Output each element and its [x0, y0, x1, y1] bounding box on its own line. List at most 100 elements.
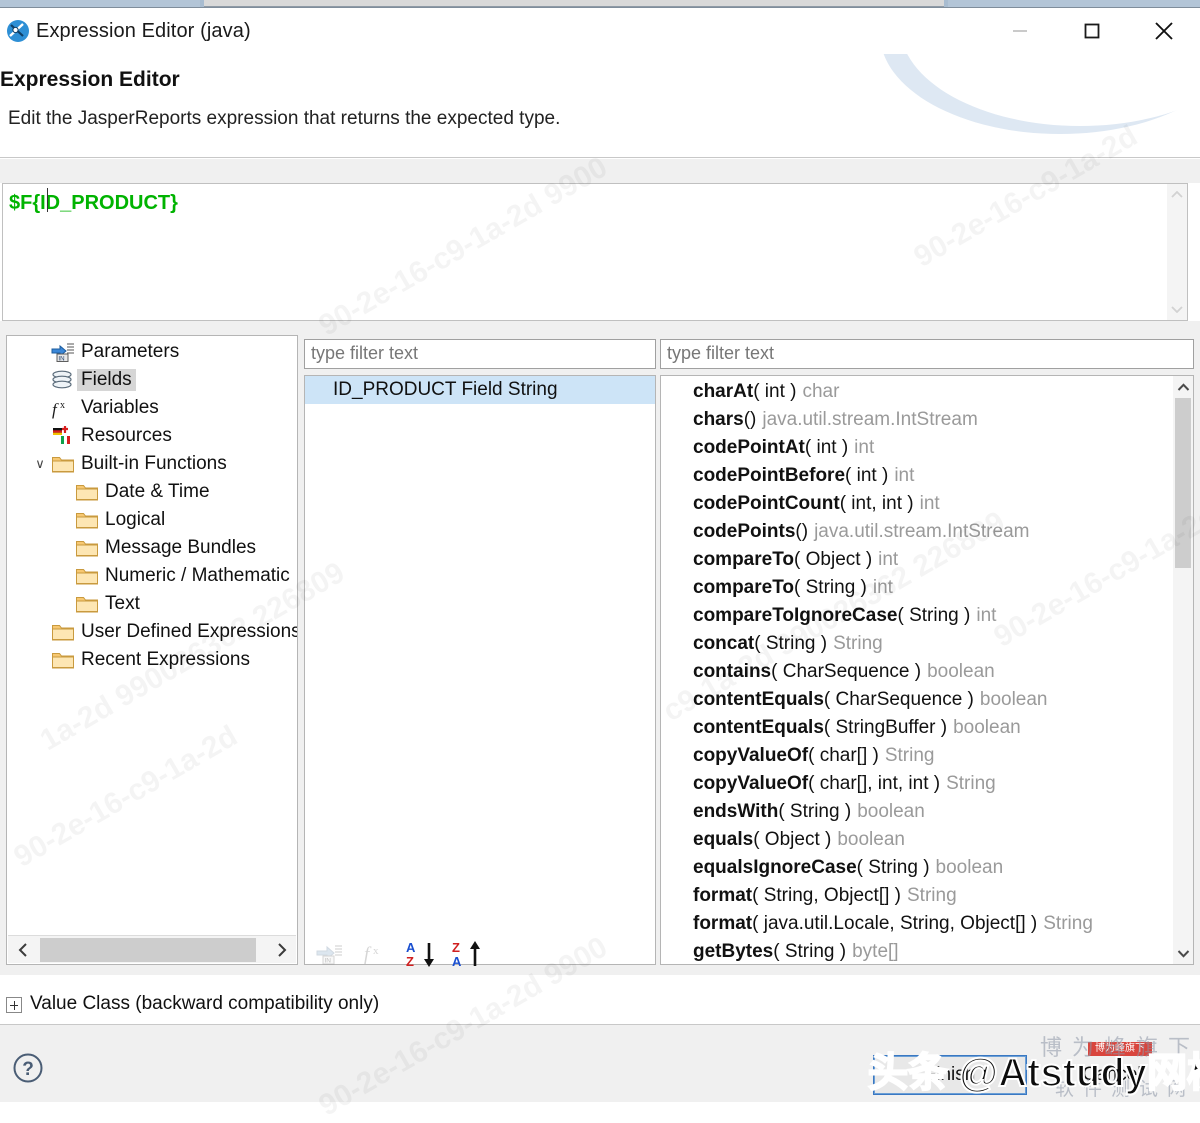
- method-return-type: char: [802, 381, 840, 402]
- method-row[interactable]: format( String, Object[] ) String: [661, 882, 1173, 910]
- expression-value: $F{ID_PRODUCT}: [9, 192, 178, 214]
- tree-item-built-in-functions[interactable]: ∨ Built-in Functions: [7, 450, 297, 478]
- method-name: codePointBefore: [693, 465, 846, 486]
- method-row[interactable]: concat( String ) String: [661, 630, 1173, 658]
- method-params: ( String ): [754, 633, 828, 654]
- finish-button[interactable]: Finish: [873, 1055, 1027, 1095]
- resources-flags-icon: [51, 425, 77, 447]
- object-tree-panel[interactable]: IN Parameters Fields f x Variables Resources ∨ B…: [6, 335, 298, 965]
- fields-toolbar[interactable]: IN f x A Z Z A: [304, 935, 656, 975]
- scroll-down-icon[interactable]: [1167, 300, 1187, 318]
- method-row[interactable]: equals( Object ) boolean: [661, 826, 1173, 854]
- method-row[interactable]: codePointAt( int ) int: [661, 434, 1173, 462]
- tree-horizontal-scrollbar[interactable]: [8, 935, 296, 963]
- fields-filter-input[interactable]: type filter text: [304, 339, 656, 369]
- value-class-section[interactable]: Value Class (backward compatibility only…: [0, 985, 1200, 1025]
- method-params: ( CharSequence ): [771, 661, 922, 682]
- scroll-left-icon[interactable]: [8, 936, 38, 964]
- svg-text:A: A: [452, 954, 462, 968]
- method-row[interactable]: chars() java.util.stream.IntStream: [661, 406, 1173, 434]
- method-row[interactable]: getBytes( String ) byte[]: [661, 938, 1173, 964]
- tree-item-label: Date & Time: [105, 481, 210, 502]
- minimize-button[interactable]: [984, 8, 1056, 54]
- method-name: codePointCount: [693, 493, 840, 514]
- method-row[interactable]: equalsIgnoreCase( String ) boolean: [661, 854, 1173, 882]
- scroll-down-icon[interactable]: [1173, 944, 1193, 962]
- object-tree-list[interactable]: IN Parameters Fields f x Variables Resources ∨ B…: [7, 338, 297, 908]
- svg-text:x: x: [373, 945, 379, 957]
- method-row[interactable]: endsWith( String ) boolean: [661, 798, 1173, 826]
- methods-scroll-thumb[interactable]: [1175, 398, 1191, 568]
- tree-item-text[interactable]: Text: [7, 590, 297, 618]
- method-row[interactable]: codePointBefore( int ) int: [661, 462, 1173, 490]
- help-question-icon[interactable]: ?: [12, 1052, 44, 1084]
- close-button[interactable]: [1128, 8, 1200, 54]
- method-return-type: int: [894, 465, 915, 486]
- method-row[interactable]: codePointCount( int, int ) int: [661, 490, 1173, 518]
- tree-item-numeric-mathematic[interactable]: Numeric / Mathematic: [7, 562, 297, 590]
- method-row[interactable]: charAt( int ) char: [661, 378, 1173, 406]
- expression-text-area[interactable]: $F{ID_PRODUCT}: [2, 183, 1188, 321]
- method-return-type: java.util.stream.IntStream: [814, 521, 1030, 542]
- method-row[interactable]: codePoints() java.util.stream.IntStream: [661, 518, 1173, 546]
- method-row[interactable]: compareTo( Object ) int: [661, 546, 1173, 574]
- chevron-down-icon[interactable]: ∨: [29, 456, 51, 472]
- tree-item-fields[interactable]: Fields: [7, 366, 297, 394]
- folder-icon: [51, 621, 77, 643]
- cancel-button[interactable]: Cancel: [1036, 1056, 1188, 1094]
- method-return-type: int: [854, 437, 875, 458]
- method-return-type: byte[]: [852, 941, 899, 962]
- tree-item-label: Variables: [81, 397, 159, 418]
- svg-text:IN: IN: [325, 958, 332, 965]
- method-name: chars: [693, 409, 744, 430]
- tree-item-logical[interactable]: Logical: [7, 506, 297, 534]
- methods-filter-input[interactable]: type filter text: [660, 339, 1194, 369]
- method-row[interactable]: compareTo( String ) int: [661, 574, 1173, 602]
- maximize-button[interactable]: [1056, 8, 1128, 54]
- scroll-up-icon[interactable]: [1173, 378, 1193, 396]
- tree-item-resources[interactable]: Resources: [7, 422, 297, 450]
- spacer-below-expression: [0, 321, 1200, 335]
- jaspersoft-icon: [6, 19, 30, 43]
- fields-list[interactable]: ID_PRODUCT Field String: [304, 375, 656, 965]
- expand-icon[interactable]: [6, 997, 22, 1013]
- method-return-type: boolean: [953, 717, 1021, 738]
- method-row[interactable]: format( java.util.Locale, String, Object…: [661, 910, 1173, 938]
- method-row[interactable]: copyValueOf( char[] ) String: [661, 742, 1173, 770]
- method-row[interactable]: contains( CharSequence ) boolean: [661, 658, 1173, 686]
- insert-function-icon[interactable]: f x: [360, 940, 392, 970]
- tree-scroll-thumb[interactable]: [40, 938, 256, 962]
- method-name: copyValueOf: [693, 773, 809, 794]
- method-params: ( String ): [897, 605, 971, 626]
- method-name: contains: [693, 661, 772, 682]
- method-row[interactable]: contentEquals( StringBuffer ) boolean: [661, 714, 1173, 742]
- expression-vertical-scrollbar[interactable]: [1167, 184, 1187, 320]
- tree-item-recent-expressions[interactable]: Recent Expressions: [7, 646, 297, 674]
- scroll-up-icon[interactable]: [1167, 186, 1187, 204]
- tree-item-user-defined-expressions[interactable]: User Defined Expressions: [7, 618, 297, 646]
- list-item[interactable]: ID_PRODUCT Field String: [305, 376, 655, 404]
- dialog-header: Expression Editor Edit the JasperReports…: [0, 54, 1200, 158]
- scroll-right-icon[interactable]: [266, 936, 296, 964]
- method-name: compareTo: [693, 549, 795, 570]
- method-row[interactable]: compareToIgnoreCase( String ) int: [661, 602, 1173, 630]
- method-row[interactable]: contentEquals( CharSequence ) boolean: [661, 686, 1173, 714]
- method-return-type: String: [1043, 913, 1093, 934]
- tree-item-message-bundles[interactable]: Message Bundles: [7, 534, 297, 562]
- method-name: concat: [693, 633, 755, 654]
- tree-item-parameters[interactable]: IN Parameters: [7, 338, 297, 366]
- folder-icon: [75, 537, 101, 559]
- svg-text:?: ?: [22, 1059, 34, 1080]
- tree-item-label: Text: [105, 593, 140, 614]
- svg-text:Z: Z: [406, 954, 414, 968]
- sort-za-up-icon[interactable]: Z A: [452, 940, 484, 970]
- method-params: ( String ): [778, 801, 852, 822]
- method-row[interactable]: copyValueOf( char[], int, int ) String: [661, 770, 1173, 798]
- tree-item-variables[interactable]: f x Variables: [7, 394, 297, 422]
- methods-list[interactable]: charAt( int ) char chars() java.util.stream…: [660, 375, 1194, 965]
- sort-az-down-icon[interactable]: A Z: [406, 940, 438, 970]
- tree-item-date-time[interactable]: Date & Time: [7, 478, 297, 506]
- insert-parameter-icon[interactable]: IN: [314, 940, 346, 970]
- method-return-type: boolean: [857, 801, 925, 822]
- methods-vertical-scrollbar[interactable]: [1173, 376, 1193, 964]
